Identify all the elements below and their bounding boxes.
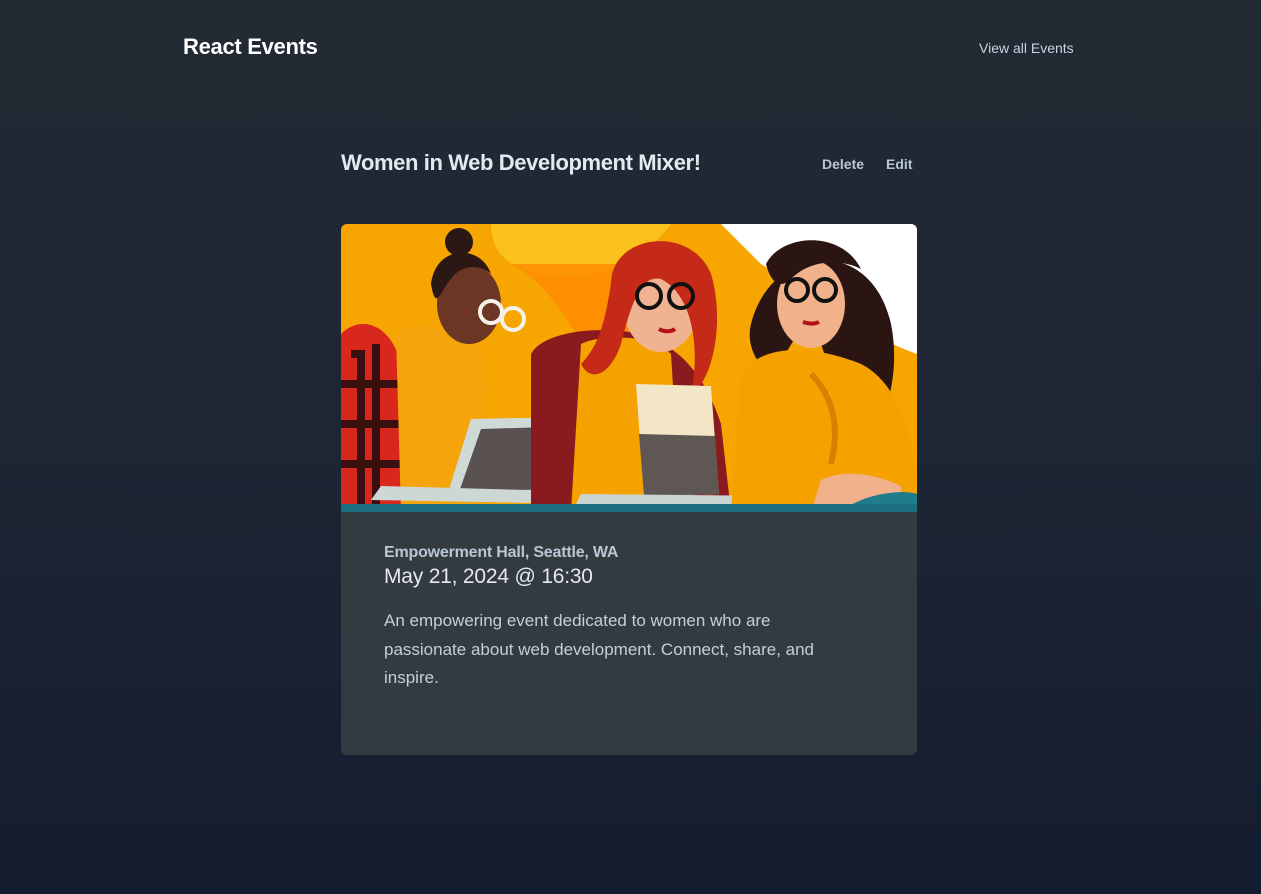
delete-button[interactable]: Delete — [822, 156, 864, 172]
edit-button[interactable]: Edit — [886, 156, 912, 172]
event-location: Empowerment Hall, Seattle, WA — [384, 544, 619, 561]
brand-link[interactable]: React Events — [183, 34, 318, 60]
view-all-events-link[interactable]: View all Events — [979, 40, 1074, 56]
event-description: An empowering event dedicated to women w… — [384, 611, 815, 687]
event-details: Empowerment Hall, Seattle, WA May 21, 20… — [384, 544, 844, 693]
event-datetime: May 21, 2024 @ 16:30 — [384, 565, 593, 588]
event-title: Women in Web Development Mixer! — [341, 150, 701, 175]
event-card: Empowerment Hall, Seattle, WA May 21, 20… — [341, 224, 917, 755]
site-header: React Events View all Events — [0, 0, 1261, 100]
event-image — [341, 224, 917, 512]
event-actions: Delete Edit — [822, 156, 912, 172]
